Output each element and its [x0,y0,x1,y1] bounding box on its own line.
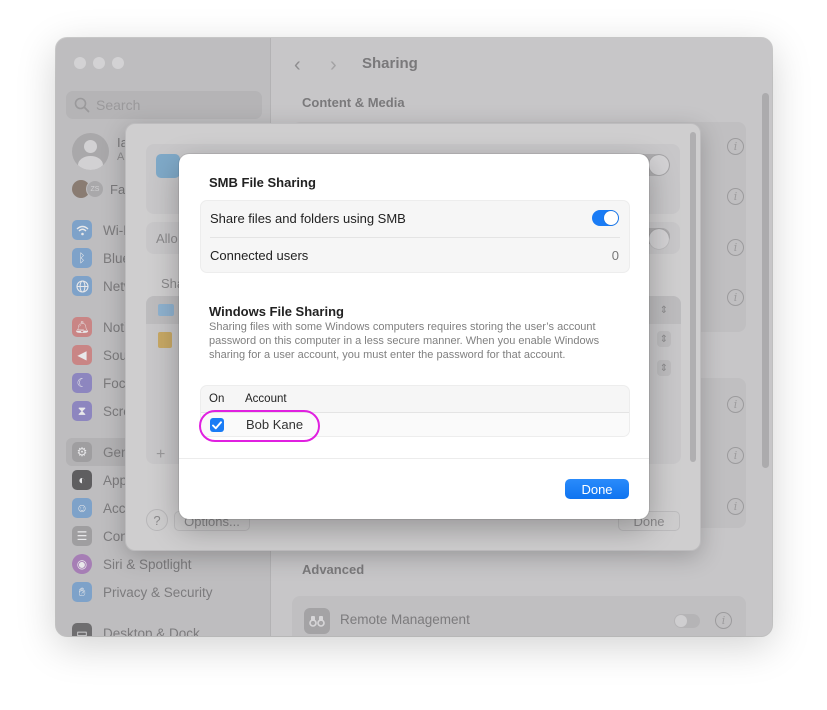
stepper-icon[interactable]: ⇕ [657,331,671,347]
info-icon: i [727,187,744,205]
drive-icon [158,332,172,348]
share-smb-toggle[interactable] [592,210,619,226]
profile-subtitle: A [117,151,125,163]
speaker-icon: ◀︎ [72,345,92,365]
sidebar-item-siri-spotlight[interactable]: ◉ Siri & Spotlight [66,550,262,578]
info-icon: i [727,497,744,515]
section-advanced: Advanced [302,562,365,577]
stepper-icon[interactable]: ⇕ [657,302,671,318]
close-window-button[interactable] [74,57,86,69]
bg-row-info[interactable]: i [696,287,744,307]
accounts-table: On Account Bob Kane [200,385,630,437]
siri-icon: ◉ [72,554,92,574]
stepper-icon[interactable]: ⇕ [657,360,671,376]
column-header-account[interactable]: Account [245,393,287,405]
content-scrollbar[interactable] [762,93,769,468]
windows-sharing-description: Sharing files with some Windows computer… [209,321,600,362]
bell-icon: 🔔︎ [72,317,92,337]
bg-row-info[interactable]: i [696,445,744,465]
family-item[interactable]: ZS Fa [72,180,125,198]
smb-settings-card: Share files and folders using SMB Connec… [200,200,630,273]
connected-users-value: 0 [611,248,619,263]
forward-button[interactable]: › [330,54,337,77]
info-icon: i [727,395,744,413]
control-center-icon: ☰ [72,526,92,546]
info-icon: i [727,238,744,256]
window-controls [74,57,124,69]
folder-icon [156,154,180,178]
back-button[interactable]: ‹ [294,54,301,77]
bg-row-info[interactable]: i [696,136,744,156]
search-input[interactable]: Search [66,91,262,119]
remote-management-toggle[interactable] [674,614,700,628]
table-header: On Account [201,386,629,413]
table-row[interactable]: Bob Kane [201,413,629,436]
sidebar-item-privacy-security[interactable]: ✋︎ Privacy & Security [66,578,262,606]
hand-icon: ✋︎ [72,582,92,602]
gear-icon: ⚙︎ [72,442,92,462]
info-icon: i [727,137,744,155]
smb-file-sharing-dialog: SMB File Sharing Share files and folders… [179,154,649,519]
search-placeholder: Search [96,97,141,113]
globe-icon [72,276,92,296]
folder-icon [158,304,174,316]
remote-management-label: Remote Management [340,612,470,627]
zoom-window-button[interactable] [112,57,124,69]
connected-users-label: Connected users [210,248,309,263]
page-title: Sharing [362,55,418,72]
divider [179,458,649,459]
info-icon[interactable]: i [715,612,732,629]
sidebar-item-desktop-dock[interactable]: ▭ Desktop & Dock [66,619,262,636]
bg-row-info[interactable]: i [696,496,744,516]
dock-icon: ▭ [72,623,92,636]
account-name: Bob Kane [246,417,304,432]
sidebar-item-label: Siri & Spotlight [103,556,192,572]
avatar [72,133,109,170]
bg-row-info[interactable]: i [696,237,744,257]
sidebar-item-label: Desktop & Dock [103,625,200,637]
connected-users-row: Connected users 0 [201,238,629,274]
dialog-title: SMB File Sharing [209,175,316,190]
bg-row-info[interactable]: i [696,186,744,206]
share-smb-label: Share files and folders using SMB [210,211,406,226]
done-button[interactable]: Done [565,479,629,499]
family-label: Fa [110,181,126,197]
windows-sharing-title: Windows File Sharing [209,304,344,319]
binoculars-icon [304,608,330,634]
hourglass-icon: ⧗ [72,401,92,421]
remote-management-row: Remote Management i [292,596,746,636]
bg-row-info[interactable]: i [696,394,744,414]
allow-label: Allo [156,231,178,246]
sidebar-item-label: Privacy & Security [103,584,213,600]
info-icon: i [727,288,744,306]
appearance-icon: ◐ [72,470,92,490]
checkmark-icon [212,420,222,429]
accessibility-icon: ☺︎ [72,498,92,518]
moon-icon: ☾ [72,373,92,393]
search-icon [74,97,90,113]
column-header-on[interactable]: On [209,393,224,405]
add-folder-button[interactable]: + [156,446,165,464]
family-avatar-initials: ZS [86,180,104,198]
wifi-icon [72,220,92,240]
minimize-window-button[interactable] [93,57,105,69]
section-content-media: Content & Media [302,95,405,110]
share-smb-row: Share files and folders using SMB [201,201,629,237]
info-icon: i [727,446,744,464]
apple-id-profile[interactable]: Ia A [72,133,128,170]
bluetooth-icon: ᛒ [72,248,92,268]
account-enabled-checkbox[interactable] [210,418,224,432]
help-button[interactable]: ? [146,509,168,531]
sheet-scrollbar[interactable] [690,132,696,462]
